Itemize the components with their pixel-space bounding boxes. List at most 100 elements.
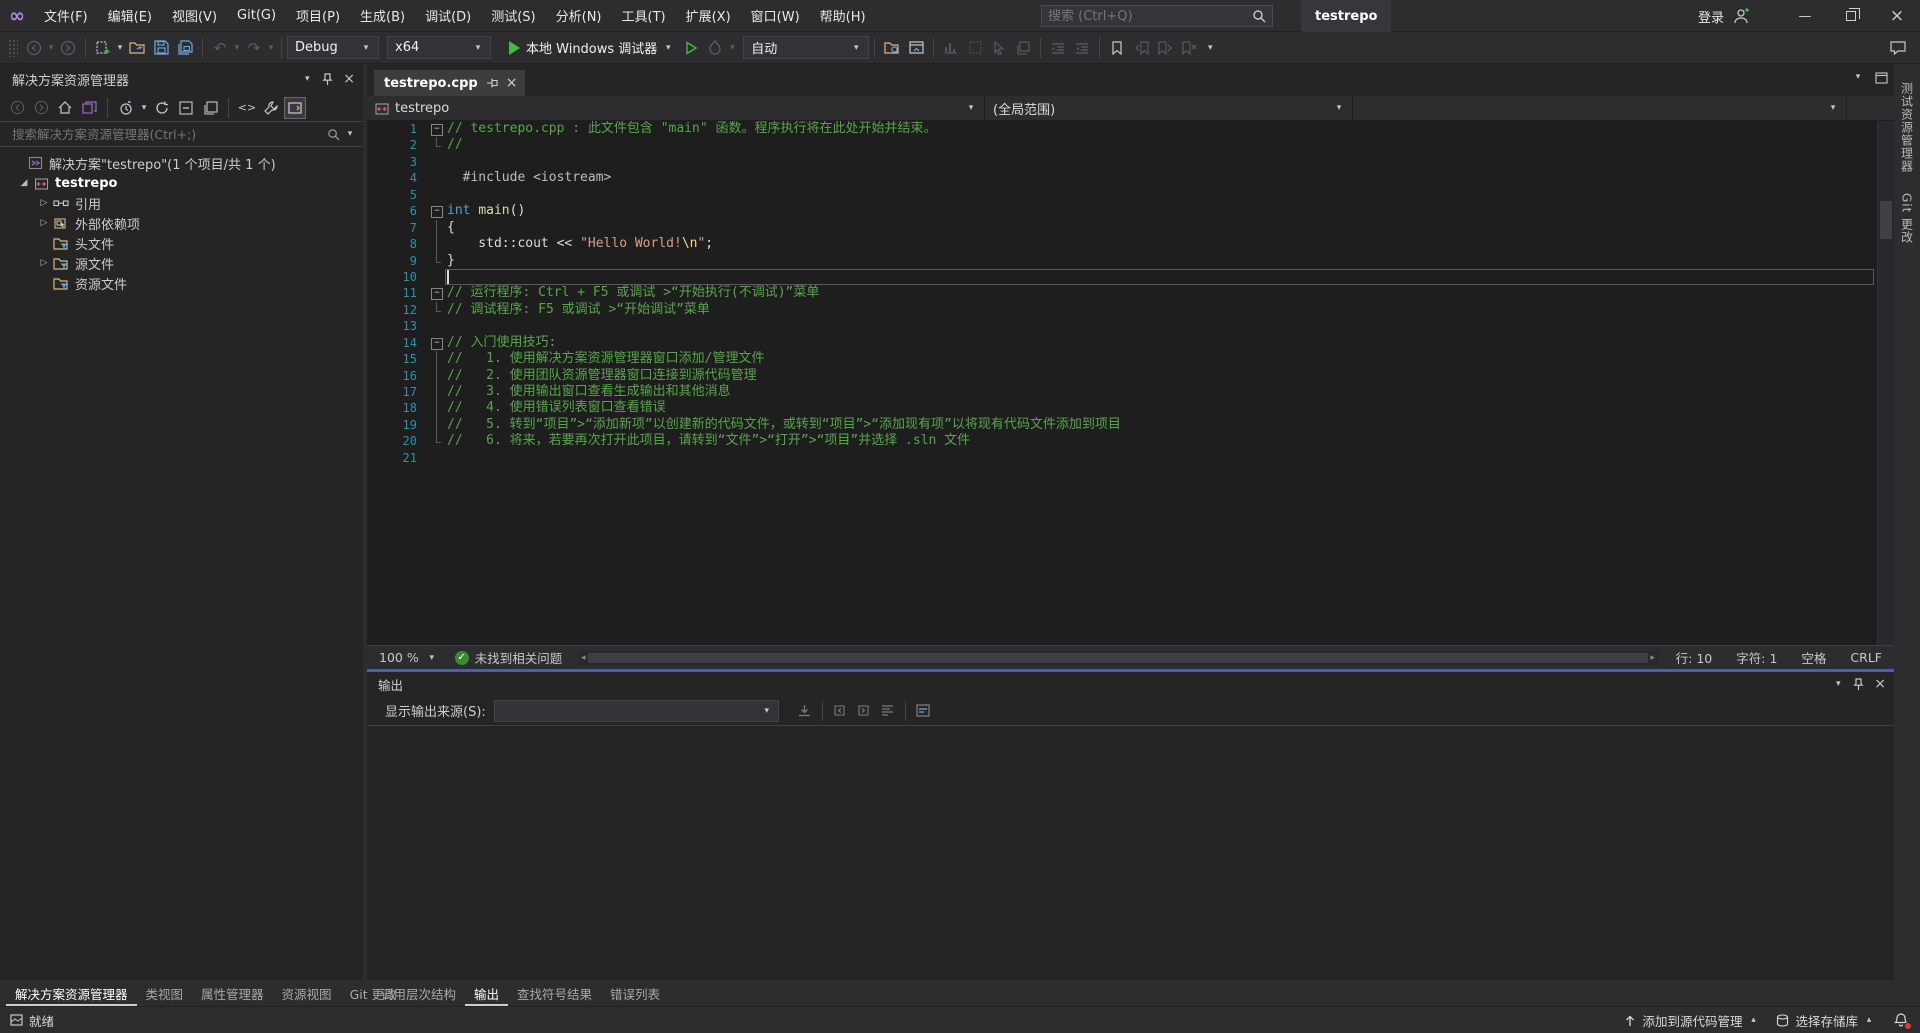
menu-item-11[interactable]: 窗口(W) (741, 0, 810, 32)
toolbar-grip[interactable] (8, 39, 18, 57)
editor-vertical-scrollbar[interactable] (1877, 121, 1894, 645)
toolbar-overflow-dropdown[interactable]: ▾ (1205, 43, 1215, 53)
view-code-icon[interactable]: <> (236, 97, 258, 119)
side-tab-0[interactable]: 测试资源管理器 (1899, 72, 1916, 183)
previous-message-icon[interactable] (828, 700, 852, 722)
expander-collapsed-icon[interactable]: ▷ (36, 218, 52, 228)
tool-tab-2[interactable]: 查找符号结果 (508, 980, 601, 1006)
code-line-8[interactable]: 8 std::cout << "Hello World!\n"; (367, 236, 1894, 252)
tool-tab-0[interactable]: 解决方案资源管理器 (6, 980, 137, 1006)
collapse-all-icon[interactable] (175, 97, 197, 119)
decrease-indent-icon[interactable] (1046, 36, 1070, 60)
previous-bookmark-icon[interactable] (1129, 36, 1153, 60)
find-in-files-icon[interactable] (880, 36, 904, 60)
menu-item-5[interactable]: 生成(B) (350, 0, 415, 32)
solution-configuration-combo[interactable]: Debug▾ (287, 36, 379, 59)
scope-combo[interactable]: (全局范围) ▾ (985, 96, 1353, 120)
solution-platform-combo[interactable]: x64▾ (387, 36, 491, 59)
jump-to-message-icon[interactable] (793, 700, 817, 722)
tree-item-2[interactable]: ▷引用 (0, 193, 363, 213)
tool-tab-3[interactable]: 错误列表 (601, 980, 669, 1006)
add-to-source-control-button[interactable]: 添加到源代码管理 ▴ (1624, 1011, 1758, 1030)
output-body[interactable] (367, 726, 1894, 986)
toggle-bookmark-icon[interactable] (1105, 36, 1129, 60)
code-line-1[interactable]: 1// testrepo.cpp : 此文件包含 "main" 函数。程序执行将… (367, 121, 1894, 137)
menu-item-10[interactable]: 扩展(X) (676, 0, 741, 32)
code-line-7[interactable]: 7{ (367, 220, 1894, 236)
tree-item-6[interactable]: 资源文件 (0, 273, 363, 293)
code-metrics-icon[interactable] (939, 36, 963, 60)
start-debugging-button[interactable]: 本地 Windows 调试器 ▾ (503, 36, 679, 60)
menu-item-3[interactable]: Git(G) (227, 0, 286, 32)
menu-item-6[interactable]: 调试(D) (415, 0, 481, 32)
notifications-button[interactable] (1892, 1011, 1910, 1029)
editor-horizontal-scrollbar[interactable]: ◂ ▸ (578, 651, 1657, 665)
menu-item-0[interactable]: 文件(F) (34, 0, 98, 32)
code-line-16[interactable]: 16// 2. 使用团队资源管理器窗口连接到源代码管理 (367, 368, 1894, 384)
project-scope-combo[interactable]: testrepo ▾ (367, 96, 985, 120)
code-line-14[interactable]: 14// 入门使用技巧: (367, 335, 1894, 351)
code-line-4[interactable]: 4 #include <iostream> (367, 170, 1894, 186)
tree-item-5[interactable]: ▷源文件 (0, 253, 363, 273)
document-health-indicator[interactable]: ✓ 未找到相关问题 (445, 648, 573, 667)
window-position-dropdown[interactable]: ▾ (1833, 679, 1843, 689)
send-feedback-icon[interactable] (1886, 36, 1910, 60)
tree-item-4[interactable]: 头文件 (0, 233, 363, 253)
close-icon[interactable]: × (1874, 676, 1886, 692)
menu-item-8[interactable]: 分析(N) (546, 0, 612, 32)
save-all-icon[interactable] (173, 36, 197, 60)
undo-icon[interactable]: ↶ (208, 36, 232, 60)
new-project-dropdown[interactable]: ▾ (115, 43, 125, 53)
status-indent-mode[interactable]: 空格 (1789, 648, 1838, 667)
code-line-20[interactable]: 20// 6. 将来，若要再次打开此项目，请转到“文件”>“打开”>“项目”并选… (367, 433, 1894, 449)
fold-collapse-icon[interactable] (431, 285, 445, 301)
code-line-21[interactable]: 21 (367, 450, 1894, 466)
show-all-files-icon[interactable] (199, 97, 221, 119)
zoom-level-combo[interactable]: 100 % ▾ (367, 650, 445, 665)
float-window-icon[interactable] (1875, 72, 1888, 84)
hot-reload-icon[interactable] (703, 36, 727, 60)
copy-items-icon[interactable] (1011, 36, 1035, 60)
side-tab-1[interactable]: Git 更改 (1899, 183, 1916, 254)
menu-item-9[interactable]: 工具(T) (612, 0, 676, 32)
open-folder-icon[interactable] (125, 36, 149, 60)
code-editor[interactable]: 1// testrepo.cpp : 此文件包含 "main" 函数。程序执行将… (367, 121, 1894, 645)
selection-box-icon[interactable] (963, 36, 987, 60)
preview-selected-items-icon[interactable] (284, 97, 306, 119)
expander-collapsed-icon[interactable]: ▷ (36, 258, 52, 268)
code-line-10[interactable]: 10 (367, 269, 1894, 285)
background-tasks-indicator[interactable]: 就绪 (10, 1011, 54, 1030)
menu-item-2[interactable]: 视图(V) (162, 0, 227, 32)
code-line-17[interactable]: 17// 3. 使用输出窗口查看生成输出和其他消息 (367, 384, 1894, 400)
clear-all-icon[interactable] (876, 700, 900, 722)
output-source-combo[interactable]: ▾ (494, 700, 779, 722)
expander-collapsed-icon[interactable]: ▷ (36, 198, 52, 208)
solution-explorer-header[interactable]: 解决方案资源管理器 ▾ × (0, 64, 363, 94)
next-bookmark-icon[interactable] (1153, 36, 1177, 60)
navigate-back-icon[interactable] (22, 36, 46, 60)
close-icon[interactable]: × (506, 75, 518, 91)
tool-tab-1[interactable]: 输出 (465, 980, 508, 1006)
output-header[interactable]: 输出 ▾ × (367, 672, 1894, 696)
navigate-back-dropdown[interactable]: ▾ (46, 43, 56, 53)
refresh-icon[interactable] (151, 97, 173, 119)
fold-collapse-icon[interactable] (431, 121, 445, 137)
menu-item-1[interactable]: 编辑(E) (98, 0, 162, 32)
switch-views-icon[interactable] (78, 97, 100, 119)
window-layout-icon[interactable] (904, 36, 928, 60)
code-line-5[interactable]: 5 (367, 187, 1894, 203)
close-icon[interactable]: × (343, 71, 355, 87)
expander-expanded-icon[interactable]: ◢ (16, 178, 32, 188)
redo-dropdown[interactable]: ▾ (266, 43, 276, 53)
window-position-dropdown[interactable]: ▾ (302, 74, 312, 84)
properties-icon[interactable] (260, 97, 282, 119)
restore-button[interactable] (1828, 0, 1874, 32)
next-message-icon[interactable] (852, 700, 876, 722)
pin-icon[interactable] (322, 73, 333, 86)
tool-tab-1[interactable]: 类视图 (137, 980, 193, 1006)
status-line-number[interactable]: 行: 10 (1664, 648, 1725, 667)
tool-tab-2[interactable]: 属性管理器 (192, 980, 273, 1006)
code-line-2[interactable]: 2// (367, 137, 1894, 153)
status-line-ending[interactable]: CRLF (1838, 650, 1894, 665)
filter-dropdown[interactable]: ▾ (139, 103, 149, 113)
